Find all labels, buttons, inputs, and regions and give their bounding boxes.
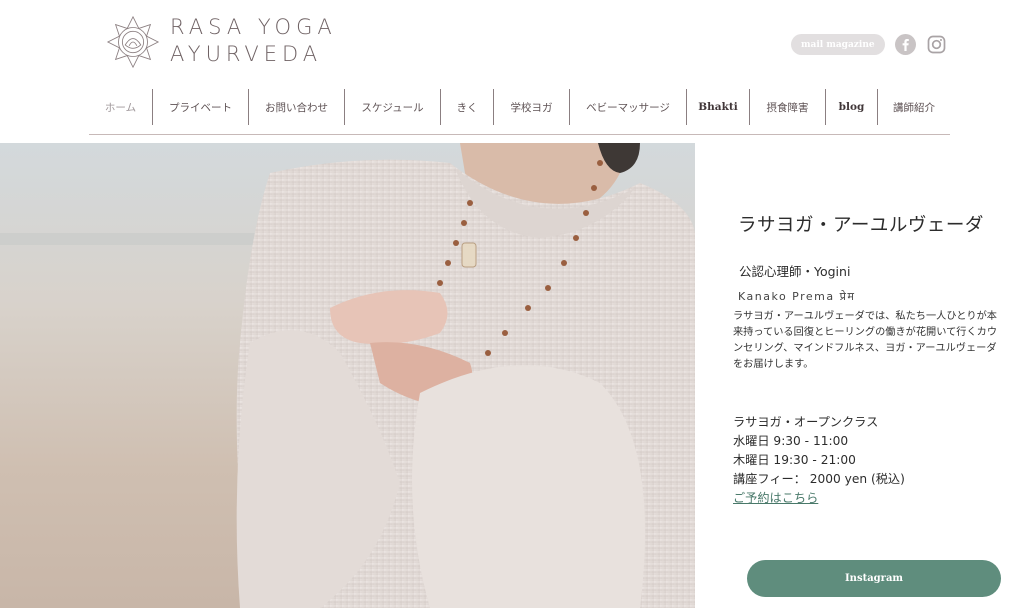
nav-item-instructor[interactable]: 講師紹介 [878, 89, 950, 125]
nav-item-home[interactable]: ホーム [89, 89, 153, 125]
open-class-info: ラサヨガ・オープンクラス 水曜日 9:30 - 11:00 木曜日 19:30 … [733, 413, 905, 508]
nav-item-school-yoga[interactable]: 学校ヨガ [494, 89, 570, 125]
brand-line-1: RASA YOGA [170, 15, 337, 39]
facebook-icon[interactable] [894, 34, 916, 55]
main-nav: ホーム プライベート お問い合わせ スケジュール きく 学校ヨガ ベビーマッサー… [89, 89, 950, 125]
nav-item-schedule[interactable]: スケジュール [345, 89, 441, 125]
hero-photo [0, 143, 695, 608]
social-bar: mail magazine [791, 34, 947, 55]
schedule-thursday: 木曜日 19:30 - 21:00 [733, 453, 856, 467]
brand-name: RASA YOGA AYURVEDA [170, 14, 337, 68]
instagram-icon[interactable] [926, 34, 947, 55]
nav-item-baby-massage[interactable]: ベビーマッサージ [570, 89, 687, 125]
class-fee: 講座フィー： 2000 yen (税込) [733, 472, 905, 486]
mail-magazine-button[interactable]: mail magazine [791, 34, 885, 55]
nav-divider [89, 134, 950, 135]
nav-item-contact[interactable]: お問い合わせ [249, 89, 345, 125]
intro-description: ラサヨガ・アーユルヴェーダでは、私たち一人ひとりが本来持っている回復とヒーリング… [733, 311, 998, 370]
instructor-name: Kanako Prema प्रेम [738, 290, 856, 303]
woman-in-knit-sweater-with-mala-beads-photo [0, 143, 695, 608]
site-title: ラサヨガ・アーユルヴェーダ [738, 215, 984, 236]
nav-item-eating-disorder[interactable]: 摂食障害 [750, 89, 826, 125]
site-logo[interactable]: RASA YOGA AYURVEDA [104, 12, 354, 72]
nav-item-private[interactable]: プライベート [153, 89, 249, 125]
nav-item-blog[interactable]: blog [826, 89, 878, 125]
brand-line-2: AYURVEDA [170, 42, 323, 66]
nav-item-bhakti[interactable]: Bhakti [687, 89, 750, 125]
instructor-role: 公認心理師・Yogini [739, 264, 851, 279]
schedule-wednesday: 水曜日 9:30 - 11:00 [733, 434, 849, 448]
booking-link[interactable]: ご予約はこちら [733, 489, 905, 508]
lotus-mandala-icon [106, 15, 160, 69]
instagram-button[interactable]: Instagram [747, 560, 1001, 597]
nav-item-kiku[interactable]: きく [441, 89, 494, 125]
open-class-heading: ラサヨガ・オープンクラス [733, 415, 879, 429]
